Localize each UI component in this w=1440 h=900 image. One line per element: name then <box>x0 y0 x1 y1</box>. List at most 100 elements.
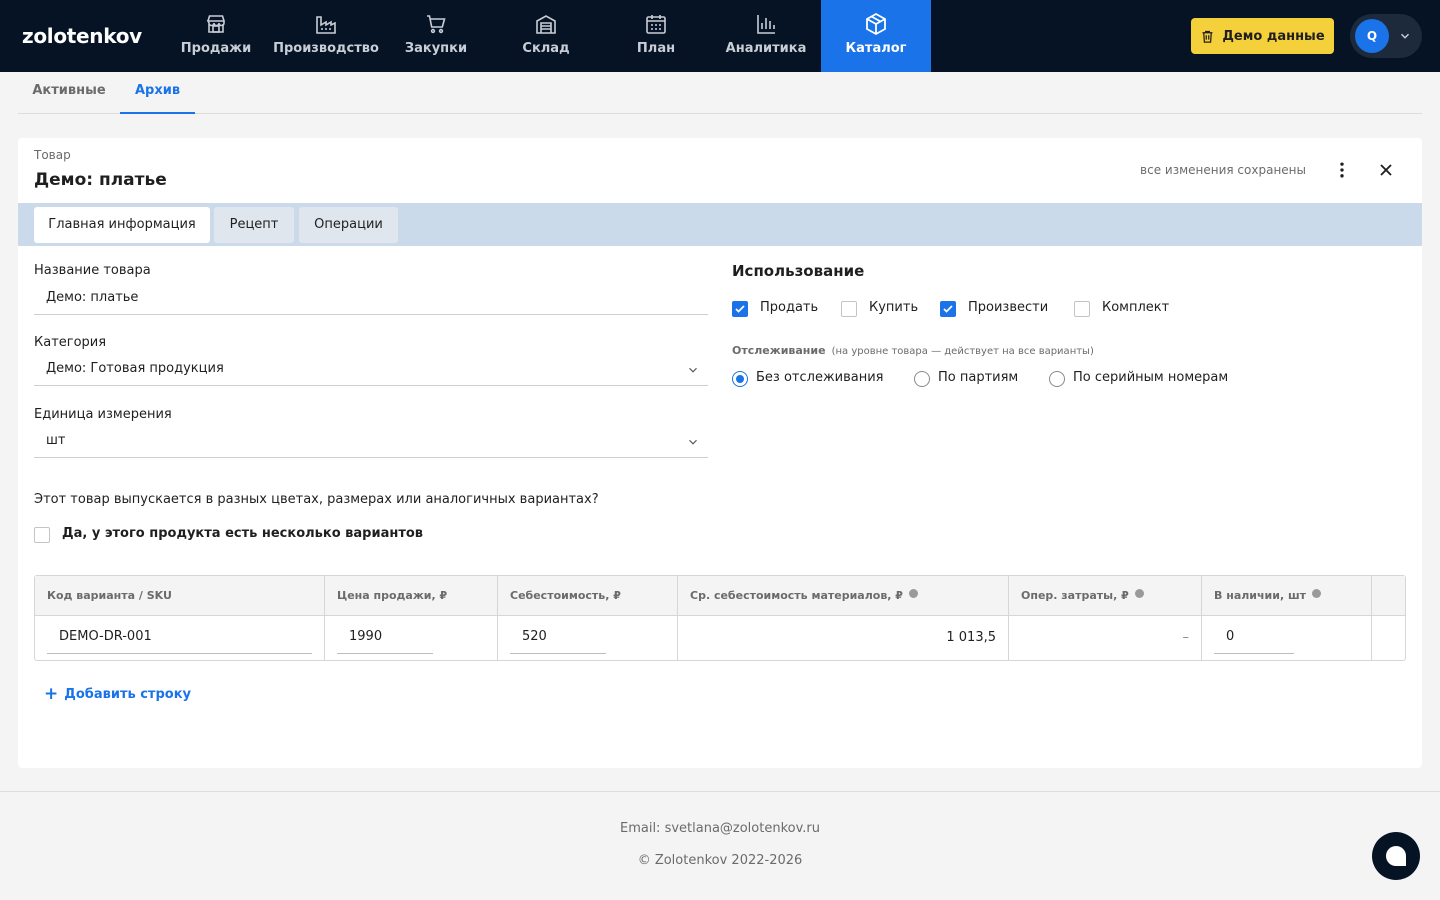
produce-checkbox[interactable] <box>940 301 956 317</box>
kit-checkbox[interactable] <box>1074 301 1090 317</box>
header-op-cost-text: Опер. затраты, ₽ <box>1021 589 1129 602</box>
kit-label[interactable]: Комплект <box>1102 300 1169 315</box>
tracking-none-radio[interactable] <box>732 371 748 387</box>
nav-warehouse[interactable]: Склад <box>491 0 601 72</box>
price-input[interactable]: 1990 <box>337 622 433 654</box>
header-stock: В наличии, шт <box>1202 576 1372 616</box>
footer-email[interactable]: Email: svetlana@zolotenkov.ru <box>0 821 1440 836</box>
variants-checkbox[interactable] <box>34 527 50 543</box>
nav-sales[interactable]: Продажи <box>161 0 271 72</box>
category-value: Демо: Готовая продукция <box>46 361 224 376</box>
tracking-label: Отслеживание (на уровне товара — действуе… <box>732 344 1094 357</box>
header-stock-text: В наличии, шт <box>1214 589 1307 602</box>
avatar: Q <box>1355 19 1389 53</box>
user-menu[interactable]: Q <box>1350 14 1422 58</box>
cell-actions <box>1372 616 1405 660</box>
info-icon[interactable] <box>908 589 918 598</box>
tab-recipe[interactable]: Рецепт <box>214 207 294 243</box>
header-avg-material-text: Ср. себестоимость материалов, ₽ <box>690 589 903 602</box>
factory-icon <box>316 16 336 34</box>
tracking-batch-label[interactable]: По партиям <box>938 370 1018 385</box>
nav-analytics-label: Аналитика <box>725 41 807 56</box>
nav-production[interactable]: Производство <box>271 0 381 72</box>
sell-checkbox[interactable] <box>732 301 748 317</box>
top-navbar: zolotenkov Продажи Производство Закупки … <box>0 0 1440 72</box>
category-label: Категория <box>34 335 107 350</box>
category-select[interactable]: Демо: Готовая продукция <box>34 354 708 386</box>
sku-input[interactable]: DEMO-DR-001 <box>47 622 312 654</box>
warehouse-icon <box>536 15 556 34</box>
save-status: все изменения сохранены <box>1140 163 1306 177</box>
header-cost: Себестоимость, ₽ <box>498 576 678 616</box>
more-vert-icon[interactable] <box>1332 160 1352 180</box>
calendar-icon <box>646 15 666 34</box>
variants-table: Код варианта / SKU Цена продажи, ₽ Себес… <box>34 575 1406 661</box>
chevron-down-icon <box>689 367 697 373</box>
buy-label[interactable]: Купить <box>869 300 918 315</box>
tracking-serial-label[interactable]: По серийным номерам <box>1073 370 1228 385</box>
main-nav: Продажи Производство Закупки Склад План … <box>161 0 931 72</box>
unit-value: шт <box>46 433 66 448</box>
chevron-down-icon <box>1400 33 1410 39</box>
nav-catalog-label: Каталог <box>845 41 907 56</box>
produce-label[interactable]: Произвести <box>968 300 1048 315</box>
plus-icon: + <box>44 684 59 704</box>
nav-production-label: Производство <box>273 41 379 56</box>
demo-data-button[interactable]: Демо данные <box>1191 18 1334 54</box>
tab-operations[interactable]: Операции <box>299 207 398 243</box>
footer-copyright: © Zolotenkov 2022-2026 <box>637 853 803 868</box>
demo-data-label: Демо данные <box>1222 28 1325 44</box>
check-icon <box>943 305 953 313</box>
box-icon <box>866 12 886 36</box>
tab-active[interactable]: Активные <box>18 72 120 114</box>
header-op-cost: Опер. затраты, ₽ <box>1009 576 1202 616</box>
name-input[interactable]: Демо: платье <box>34 283 708 315</box>
tracking-batch-radio[interactable] <box>914 371 930 387</box>
info-icon[interactable] <box>1312 589 1322 598</box>
cell-stock: 0 <box>1202 616 1372 660</box>
unit-select[interactable]: шт <box>34 426 708 458</box>
unit-label: Единица измерения <box>34 407 172 422</box>
form-tabs: Главная информация Рецепт Операции <box>18 203 1422 246</box>
nav-plan-label: План <box>636 41 676 56</box>
nav-analytics[interactable]: Аналитика <box>711 0 821 72</box>
usage-title: Использование <box>732 262 865 280</box>
add-row-button[interactable]: + Добавить строку <box>44 684 191 704</box>
store-icon <box>206 15 225 33</box>
add-row-label: Добавить строку <box>64 687 191 702</box>
app-logo[interactable]: zolotenkov <box>22 24 142 48</box>
nav-warehouse-label: Склад <box>522 41 570 56</box>
tab-archive[interactable]: Архив <box>120 72 195 114</box>
chat-button[interactable] <box>1372 832 1420 880</box>
nav-purchases[interactable]: Закупки <box>381 0 491 72</box>
cart-icon <box>427 15 446 34</box>
variants-question: Этот товар выпускается в разных цветах, … <box>34 492 599 507</box>
cost-input[interactable]: 520 <box>510 622 606 654</box>
buy-checkbox[interactable] <box>841 301 857 317</box>
tracking-note: (на уровне товара — действует на все вар… <box>831 346 1094 357</box>
chevron-down-icon <box>689 439 697 445</box>
chat-icon <box>1386 846 1406 866</box>
tab-main-info[interactable]: Главная информация <box>34 207 210 243</box>
cell-sku: DEMO-DR-001 <box>35 616 325 660</box>
item-title: Демо: платье <box>34 170 167 190</box>
stock-input[interactable]: 0 <box>1214 622 1294 654</box>
catalog-subtabs: Активные Архив <box>18 72 1422 114</box>
trash-icon <box>1202 30 1213 43</box>
check-icon <box>735 305 745 313</box>
nav-sales-label: Продажи <box>180 41 252 56</box>
sell-label[interactable]: Продать <box>760 300 818 315</box>
footer-divider <box>0 791 1440 792</box>
nav-plan[interactable]: План <box>601 0 711 72</box>
variants-checkbox-label[interactable]: Да, у этого продукта есть несколько вари… <box>62 526 423 541</box>
tracking-serial-radio[interactable] <box>1049 371 1065 387</box>
nav-catalog[interactable]: Каталог <box>821 0 931 72</box>
item-type-label: Товар <box>34 148 71 162</box>
name-label: Название товара <box>34 263 151 278</box>
close-icon[interactable] <box>1376 160 1396 180</box>
cell-price: 1990 <box>325 616 498 660</box>
tracking-none-label[interactable]: Без отслеживания <box>756 370 884 385</box>
info-icon[interactable] <box>1134 589 1144 598</box>
cell-op-cost: – <box>1009 616 1202 660</box>
nav-purchases-label: Закупки <box>404 41 468 56</box>
